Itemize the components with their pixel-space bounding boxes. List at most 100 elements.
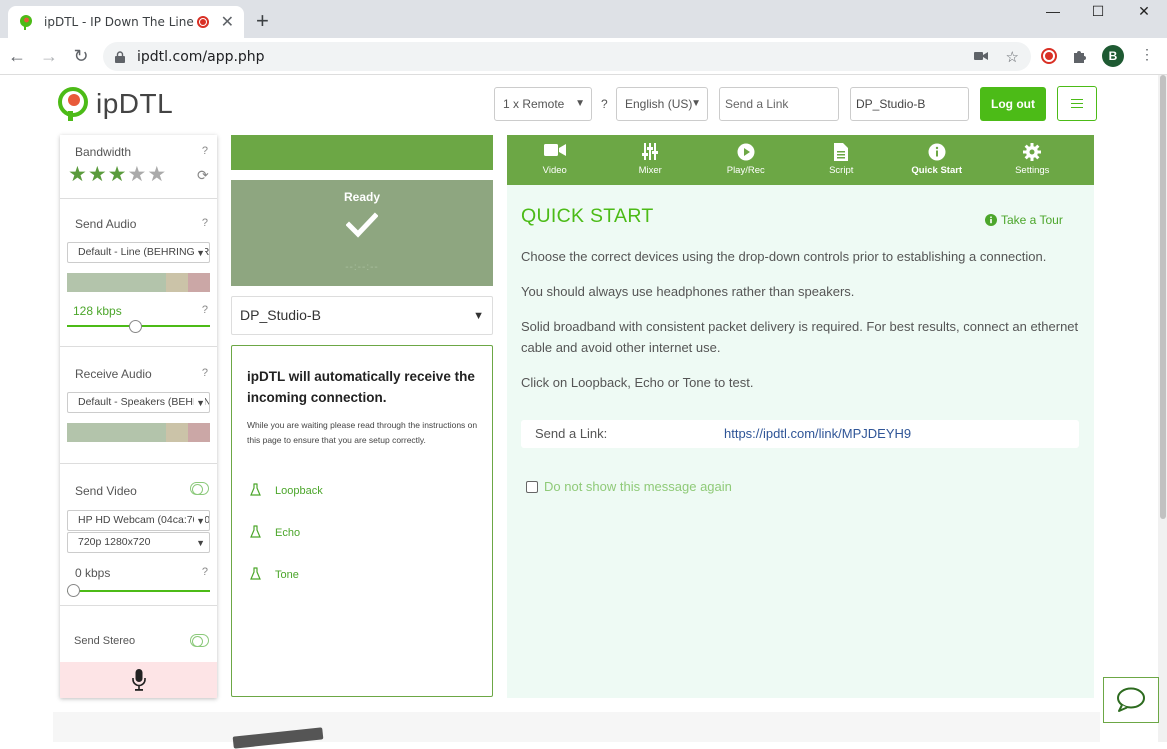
- connection-timer: --:--:--: [345, 262, 379, 273]
- send-audio-bitrate-help-icon[interactable]: ?: [202, 304, 208, 316]
- video-resolution-value: 720p 1280x720: [78, 536, 151, 548]
- chat-button[interactable]: [1103, 677, 1159, 723]
- tab-script[interactable]: Script: [794, 135, 890, 185]
- send-stereo-toggle[interactable]: [190, 634, 209, 647]
- send-link-url[interactable]: https://ipdtl.com/link/MPJDEYH9: [724, 426, 911, 441]
- tone-test-link[interactable]: Tone: [250, 567, 299, 583]
- waiting-body: While you are waiting please read throug…: [247, 420, 478, 445]
- page-scrollbar[interactable]: [1158, 75, 1167, 742]
- video-resolution-select[interactable]: 720p 1280x720 ▼: [67, 532, 210, 553]
- tab-title: ipDTL - IP Down The Line: [44, 15, 194, 29]
- url-field[interactable]: ipdtl.com/app.php ☆: [103, 42, 1031, 71]
- remote-count-select[interactable]: 1 x Remote ▼: [494, 87, 592, 121]
- remote-help-icon[interactable]: ?: [601, 97, 608, 111]
- receive-audio-device-select[interactable]: Default - Speakers (BEHRINGER ▼: [67, 392, 210, 413]
- chevron-down-icon: ▼: [473, 310, 484, 322]
- echo-test-link[interactable]: Echo: [250, 525, 300, 541]
- microphone-mute-button[interactable]: [60, 662, 217, 698]
- send-video-bitrate-track[interactable]: [67, 590, 210, 592]
- tab-mixer-label: Mixer: [638, 165, 662, 176]
- chevron-down-icon: ▼: [691, 98, 701, 109]
- tab-mixer[interactable]: Mixer: [603, 135, 699, 185]
- send-audio-help-icon[interactable]: ?: [202, 217, 208, 229]
- receive-audio-help-icon[interactable]: ?: [202, 367, 208, 379]
- send-stereo-label: Send Stereo: [74, 635, 136, 647]
- footer-banner: [53, 712, 1100, 749]
- logout-button[interactable]: Log out: [980, 87, 1046, 121]
- send-audio-bitrate-slider[interactable]: [129, 320, 143, 333]
- close-window-button[interactable]: ✕: [1121, 0, 1167, 22]
- tab-script-label: Script: [829, 165, 854, 176]
- take-a-tour-link[interactable]: Take a Tour: [985, 213, 1063, 227]
- tab-video[interactable]: Video: [507, 135, 603, 185]
- mixer-sliders-icon: [642, 143, 659, 160]
- chevron-down-icon: ▼: [194, 244, 205, 262]
- send-audio-device-select[interactable]: Default - Line (BEHRINGER ▼: [67, 242, 210, 263]
- refresh-icon[interactable]: ⟳: [197, 167, 209, 184]
- studio-name-input[interactable]: DP_Studio-B: [850, 87, 969, 121]
- minimize-button[interactable]: —: [1030, 0, 1076, 22]
- receive-audio-device-value: Default - Speakers (BEHRINGER: [78, 396, 210, 408]
- dont-show-again-option[interactable]: Do not show this message again: [526, 479, 732, 494]
- flask-icon: [250, 567, 261, 583]
- extensions-puzzle-icon[interactable]: [1072, 48, 1088, 69]
- send-video-toggle[interactable]: [190, 482, 209, 495]
- quick-start-paragraph: Choose the correct devices using the dro…: [521, 249, 1047, 264]
- tab-settings-label: Settings: [1015, 165, 1050, 176]
- browser-menu-icon[interactable]: ⋮: [1140, 46, 1154, 63]
- star-icon: ★: [107, 163, 127, 186]
- forward-icon[interactable]: →: [38, 46, 60, 67]
- reload-icon[interactable]: ↻: [70, 46, 92, 67]
- maximize-button[interactable]: ☐: [1075, 0, 1121, 22]
- hamburger-menu-button[interactable]: [1057, 86, 1097, 121]
- take-a-tour-label: Take a Tour: [1001, 213, 1063, 227]
- checkmark-icon: [346, 212, 378, 238]
- send-link-label: Send a Link:: [535, 426, 608, 441]
- tab-quick-start-label: Quick Start: [911, 165, 963, 176]
- browser-tab[interactable]: ipDTL - IP Down The Line ✕: [8, 6, 244, 38]
- send-link-input[interactable]: Send a Link: [719, 87, 839, 121]
- tab-quick-start[interactable]: Quick Start: [889, 135, 985, 185]
- profile-avatar[interactable]: B: [1102, 45, 1124, 67]
- loopback-test-link[interactable]: Loopback: [250, 483, 323, 499]
- camera-in-use-icon[interactable]: [973, 48, 988, 66]
- tab-settings[interactable]: Settings: [985, 135, 1081, 185]
- send-video-label: Send Video: [75, 484, 137, 498]
- ipdtl-favicon-icon: [20, 15, 32, 30]
- send-stereo-section: Send Stereo: [60, 606, 217, 662]
- bandwidth-help-icon[interactable]: ?: [202, 145, 208, 157]
- logo-text: ipDTL: [96, 88, 174, 119]
- browser-tab-strip: ipDTL - IP Down The Line ✕ + — ☐ ✕: [0, 0, 1167, 38]
- back-icon[interactable]: ←: [6, 46, 28, 67]
- star-icon: ★: [87, 163, 107, 186]
- scrollbar-thumb[interactable]: [1160, 75, 1166, 519]
- recording-indicator-icon: [196, 16, 209, 28]
- bookmark-star-icon[interactable]: ☆: [1006, 48, 1019, 66]
- send-audio-device-value: Default - Line (BEHRINGER: [78, 246, 210, 258]
- bandwidth-label: Bandwidth: [75, 145, 132, 159]
- new-tab-button[interactable]: +: [256, 8, 269, 34]
- studio-select[interactable]: DP_Studio-B ▼: [231, 296, 493, 335]
- record-extension-icon[interactable]: [1041, 48, 1057, 69]
- video-device-select[interactable]: HP HD Webcam (04ca:7070) ▼: [67, 510, 210, 531]
- tab-video-label: Video: [542, 165, 567, 176]
- dont-show-again-checkbox[interactable]: [526, 480, 538, 493]
- waiting-info-panel: ipDTL will automatically receive the inc…: [231, 345, 493, 697]
- document-icon: [834, 143, 849, 161]
- connection-ready-panel: Ready --:--:--: [231, 180, 493, 286]
- connection-status-text: Ready: [343, 190, 381, 204]
- tab-close-button[interactable]: ✕: [221, 12, 234, 32]
- tone-label: Tone: [275, 569, 299, 581]
- language-select[interactable]: English (US) ▼: [616, 87, 708, 121]
- tab-play-rec[interactable]: Play/Rec: [698, 135, 794, 185]
- remote-count-value: 1 x Remote: [503, 97, 565, 111]
- star-icon: ★: [127, 163, 147, 186]
- ipdtl-logo[interactable]: ipDTL: [56, 87, 173, 121]
- send-video-bitrate-help-icon[interactable]: ?: [202, 566, 208, 578]
- send-video-bitrate-slider[interactable]: [67, 584, 80, 597]
- star-icon: ★: [147, 163, 167, 186]
- quick-start-paragraph: You should always use headphones rather …: [521, 284, 855, 299]
- controls-sidebar: Bandwidth ? ★ ★ ★ ★ ★ ⟳ Send Audio ? Default…: [60, 135, 217, 698]
- flask-icon: [250, 525, 261, 541]
- address-bar: ← → ↻ ipdtl.com/app.php ☆ ⋮: [0, 38, 1167, 75]
